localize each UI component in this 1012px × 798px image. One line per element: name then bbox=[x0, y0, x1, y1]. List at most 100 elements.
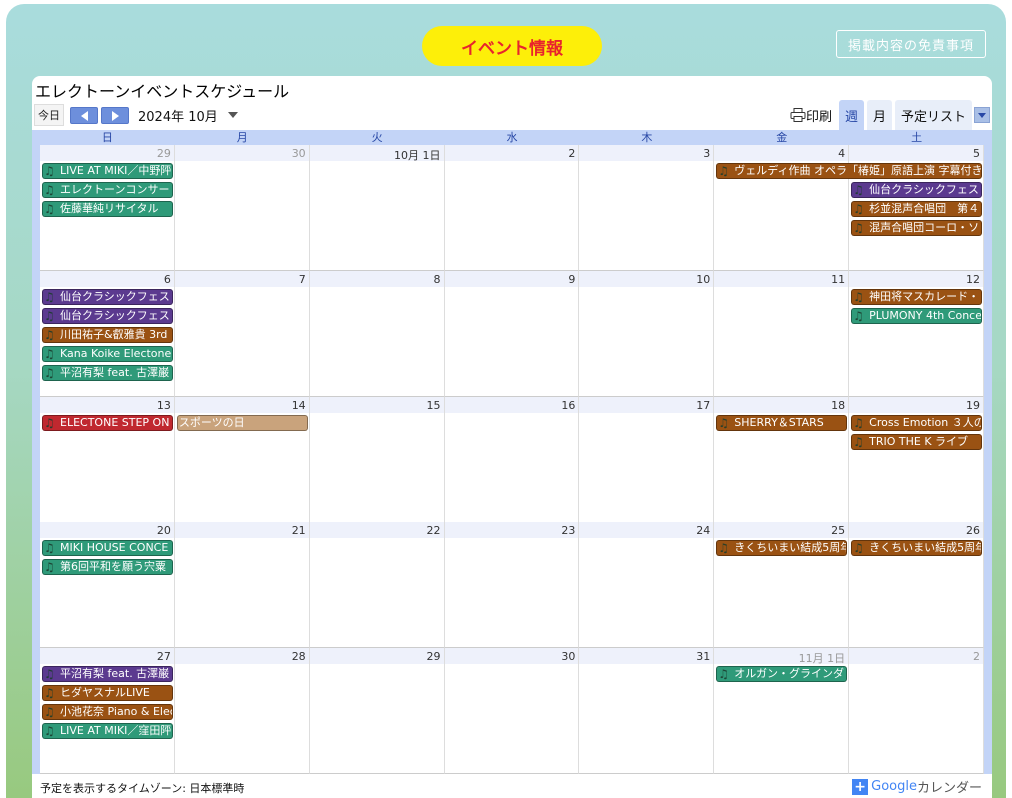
event-chip[interactable]: ♫ Cross Emotion ３人の bbox=[851, 414, 982, 431]
day-number[interactable]: 2 bbox=[568, 147, 575, 160]
event-title: きくちいまい結成5周年 bbox=[869, 541, 981, 555]
event-chip[interactable]: ♫ きくちいまい結成5周年 bbox=[716, 540, 848, 557]
day-number[interactable]: 20 bbox=[157, 524, 171, 537]
day-number[interactable]: 29 bbox=[157, 147, 171, 160]
day-number[interactable]: 8 bbox=[434, 273, 441, 286]
event-chip[interactable]: ♫ ELECTONE STEP ON bbox=[42, 414, 173, 431]
day-number[interactable]: 3 bbox=[703, 147, 710, 160]
day-cell-header bbox=[40, 522, 174, 539]
day-number[interactable]: 27 bbox=[157, 650, 171, 663]
day-number[interactable]: 25 bbox=[831, 524, 845, 537]
event-chip[interactable]: ♫ 小池花奈 Piano & Elec bbox=[42, 704, 173, 721]
day-number[interactable]: 29 bbox=[427, 650, 441, 663]
music-note-icon: ♫ bbox=[44, 202, 55, 216]
day-cell[interactable]: 11 bbox=[714, 270, 850, 397]
day-cell[interactable]: 31 bbox=[579, 648, 715, 775]
day-cell[interactable]: 10月 1日 bbox=[309, 145, 445, 271]
event-chip[interactable]: ♫ LIVE AT MIKI／中野𨸶 bbox=[42, 163, 173, 179]
day-cell[interactable]: 28 bbox=[174, 648, 310, 775]
print-button[interactable]: 印刷 bbox=[790, 106, 832, 125]
day-cell[interactable]: 2 bbox=[849, 648, 984, 775]
day-number[interactable]: 14 bbox=[292, 399, 306, 412]
disclaimer-button[interactable]: 掲載内容の免責事項 bbox=[836, 30, 986, 58]
event-chip[interactable]: ♫ エレクトーンコンサー bbox=[42, 182, 173, 198]
event-chip[interactable]: スポーツの日 bbox=[176, 414, 308, 431]
day-number[interactable]: 22 bbox=[427, 524, 441, 537]
day-number[interactable]: 6 bbox=[164, 273, 171, 286]
day-cell[interactable]: 17 bbox=[579, 396, 715, 523]
event-chip[interactable]: ♫ 佐藤華純リサイタル bbox=[42, 201, 173, 217]
day-number[interactable]: 26 bbox=[966, 524, 980, 537]
event-chip[interactable]: ♫ きくちいまい結成5周年 bbox=[851, 540, 982, 557]
event-chip[interactable]: ♫ ヒダヤスナルLIVE bbox=[42, 685, 173, 702]
day-number[interactable]: 19 bbox=[966, 399, 980, 412]
day-number[interactable]: 18 bbox=[831, 399, 845, 412]
day-number[interactable]: 23 bbox=[561, 524, 575, 537]
event-chip[interactable]: ♫ ヴェルディ作曲 オペラ「椿姫」原語上演 字幕付き bbox=[716, 163, 982, 179]
today-button[interactable]: 今日 bbox=[34, 104, 64, 126]
day-number[interactable]: 11月 1日 bbox=[799, 650, 846, 666]
day-cell[interactable]: 15 bbox=[309, 396, 445, 523]
day-cell[interactable]: 29 bbox=[309, 648, 445, 775]
day-number[interactable]: 15 bbox=[427, 399, 441, 412]
day-cell[interactable]: 22 bbox=[309, 522, 445, 649]
day-number[interactable]: 10 bbox=[696, 273, 710, 286]
view-dropdown-button[interactable] bbox=[974, 107, 990, 123]
day-number[interactable]: 31 bbox=[696, 650, 710, 663]
event-chip[interactable]: ♫ 神田将マスカレード・ bbox=[851, 288, 982, 305]
day-number[interactable]: 5 bbox=[973, 147, 980, 160]
day-cell[interactable]: 21 bbox=[174, 522, 310, 649]
day-cell[interactable]: 24 bbox=[579, 522, 715, 649]
day-cell[interactable]: 30 bbox=[444, 648, 580, 775]
day-cell[interactable]: 10 bbox=[579, 270, 715, 397]
tab-agenda[interactable]: 予定リスト bbox=[894, 100, 972, 130]
day-number[interactable]: 4 bbox=[838, 147, 845, 160]
day-number[interactable]: 17 bbox=[696, 399, 710, 412]
event-chip[interactable]: ♫ 混声合唱団コーロ・ソ bbox=[851, 220, 982, 236]
day-cell[interactable]: 23 bbox=[444, 522, 580, 649]
day-number[interactable]: 28 bbox=[292, 650, 306, 663]
day-cell[interactable]: 30 bbox=[174, 145, 310, 271]
day-number[interactable]: 13 bbox=[157, 399, 171, 412]
event-chip[interactable]: ♫ オルガン・グラインダ bbox=[716, 666, 848, 683]
event-chip[interactable]: ♫ 仙台クラシックフェス bbox=[42, 307, 173, 324]
day-cell[interactable]: 8 bbox=[309, 270, 445, 397]
day-number[interactable]: 16 bbox=[561, 399, 575, 412]
day-number[interactable]: 24 bbox=[696, 524, 710, 537]
day-number[interactable]: 2 bbox=[973, 650, 980, 663]
event-chip[interactable]: ♫ SHERRY＆STARS bbox=[716, 414, 848, 431]
day-cell[interactable]: 9 bbox=[444, 270, 580, 397]
event-chip[interactable]: ♫ 杉並混声合唱団 第４ bbox=[851, 201, 982, 217]
day-number[interactable]: 10月 1日 bbox=[394, 147, 441, 163]
event-chip[interactable]: ♫ 仙台クラシックフェス bbox=[42, 288, 173, 305]
prev-month-button[interactable] bbox=[70, 106, 98, 124]
event-chip[interactable]: ♫ Kana Koike Electone bbox=[42, 345, 173, 362]
event-chip[interactable]: ♫ PLUMONY 4th Conce bbox=[851, 307, 982, 324]
next-month-button[interactable] bbox=[101, 106, 129, 124]
event-chip[interactable]: ♫ 仙台クラシックフェス bbox=[851, 182, 982, 198]
event-chip[interactable]: ♫ 第6回平和を願う宍粟 bbox=[42, 559, 173, 576]
chevron-down-icon[interactable] bbox=[227, 112, 238, 118]
event-chip[interactable]: ♫ 平沼有梨 feat. 古澤巌 bbox=[42, 364, 173, 381]
day-number[interactable]: 30 bbox=[292, 147, 306, 160]
day-number[interactable]: 7 bbox=[299, 273, 306, 286]
day-number[interactable]: 21 bbox=[292, 524, 306, 537]
event-chip[interactable]: ♫ LIVE AT MIKI／窪田𨸶 bbox=[42, 723, 173, 740]
day-cell[interactable]: 16 bbox=[444, 396, 580, 523]
day-number[interactable]: 12 bbox=[966, 273, 980, 286]
day-cell[interactable]: 3 bbox=[579, 145, 715, 271]
day-cell[interactable]: 7 bbox=[174, 270, 310, 397]
add-to-google-calendar-button[interactable]: + Google カレンダー bbox=[852, 777, 982, 796]
day-number[interactable]: 30 bbox=[561, 650, 575, 663]
tab-month[interactable]: 月 bbox=[866, 100, 892, 130]
day-number[interactable]: 9 bbox=[568, 273, 575, 286]
event-chip[interactable]: ♫ MIKI HOUSE CONCE bbox=[42, 540, 173, 557]
tab-week[interactable]: 週 bbox=[838, 100, 864, 130]
music-note-icon: ♫ bbox=[44, 346, 55, 361]
event-chip[interactable]: ♫ TRIO THE K ライブ bbox=[851, 433, 982, 450]
event-chip[interactable]: ♫ 平沼有梨 feat. 古澤巌 bbox=[42, 666, 173, 683]
day-number[interactable]: 11 bbox=[831, 273, 845, 286]
day-cell[interactable]: 2 bbox=[444, 145, 580, 271]
event-chip[interactable]: ♫ 川田祐子&叡雅貴 3rd bbox=[42, 326, 173, 343]
day-cell-header bbox=[444, 396, 579, 413]
